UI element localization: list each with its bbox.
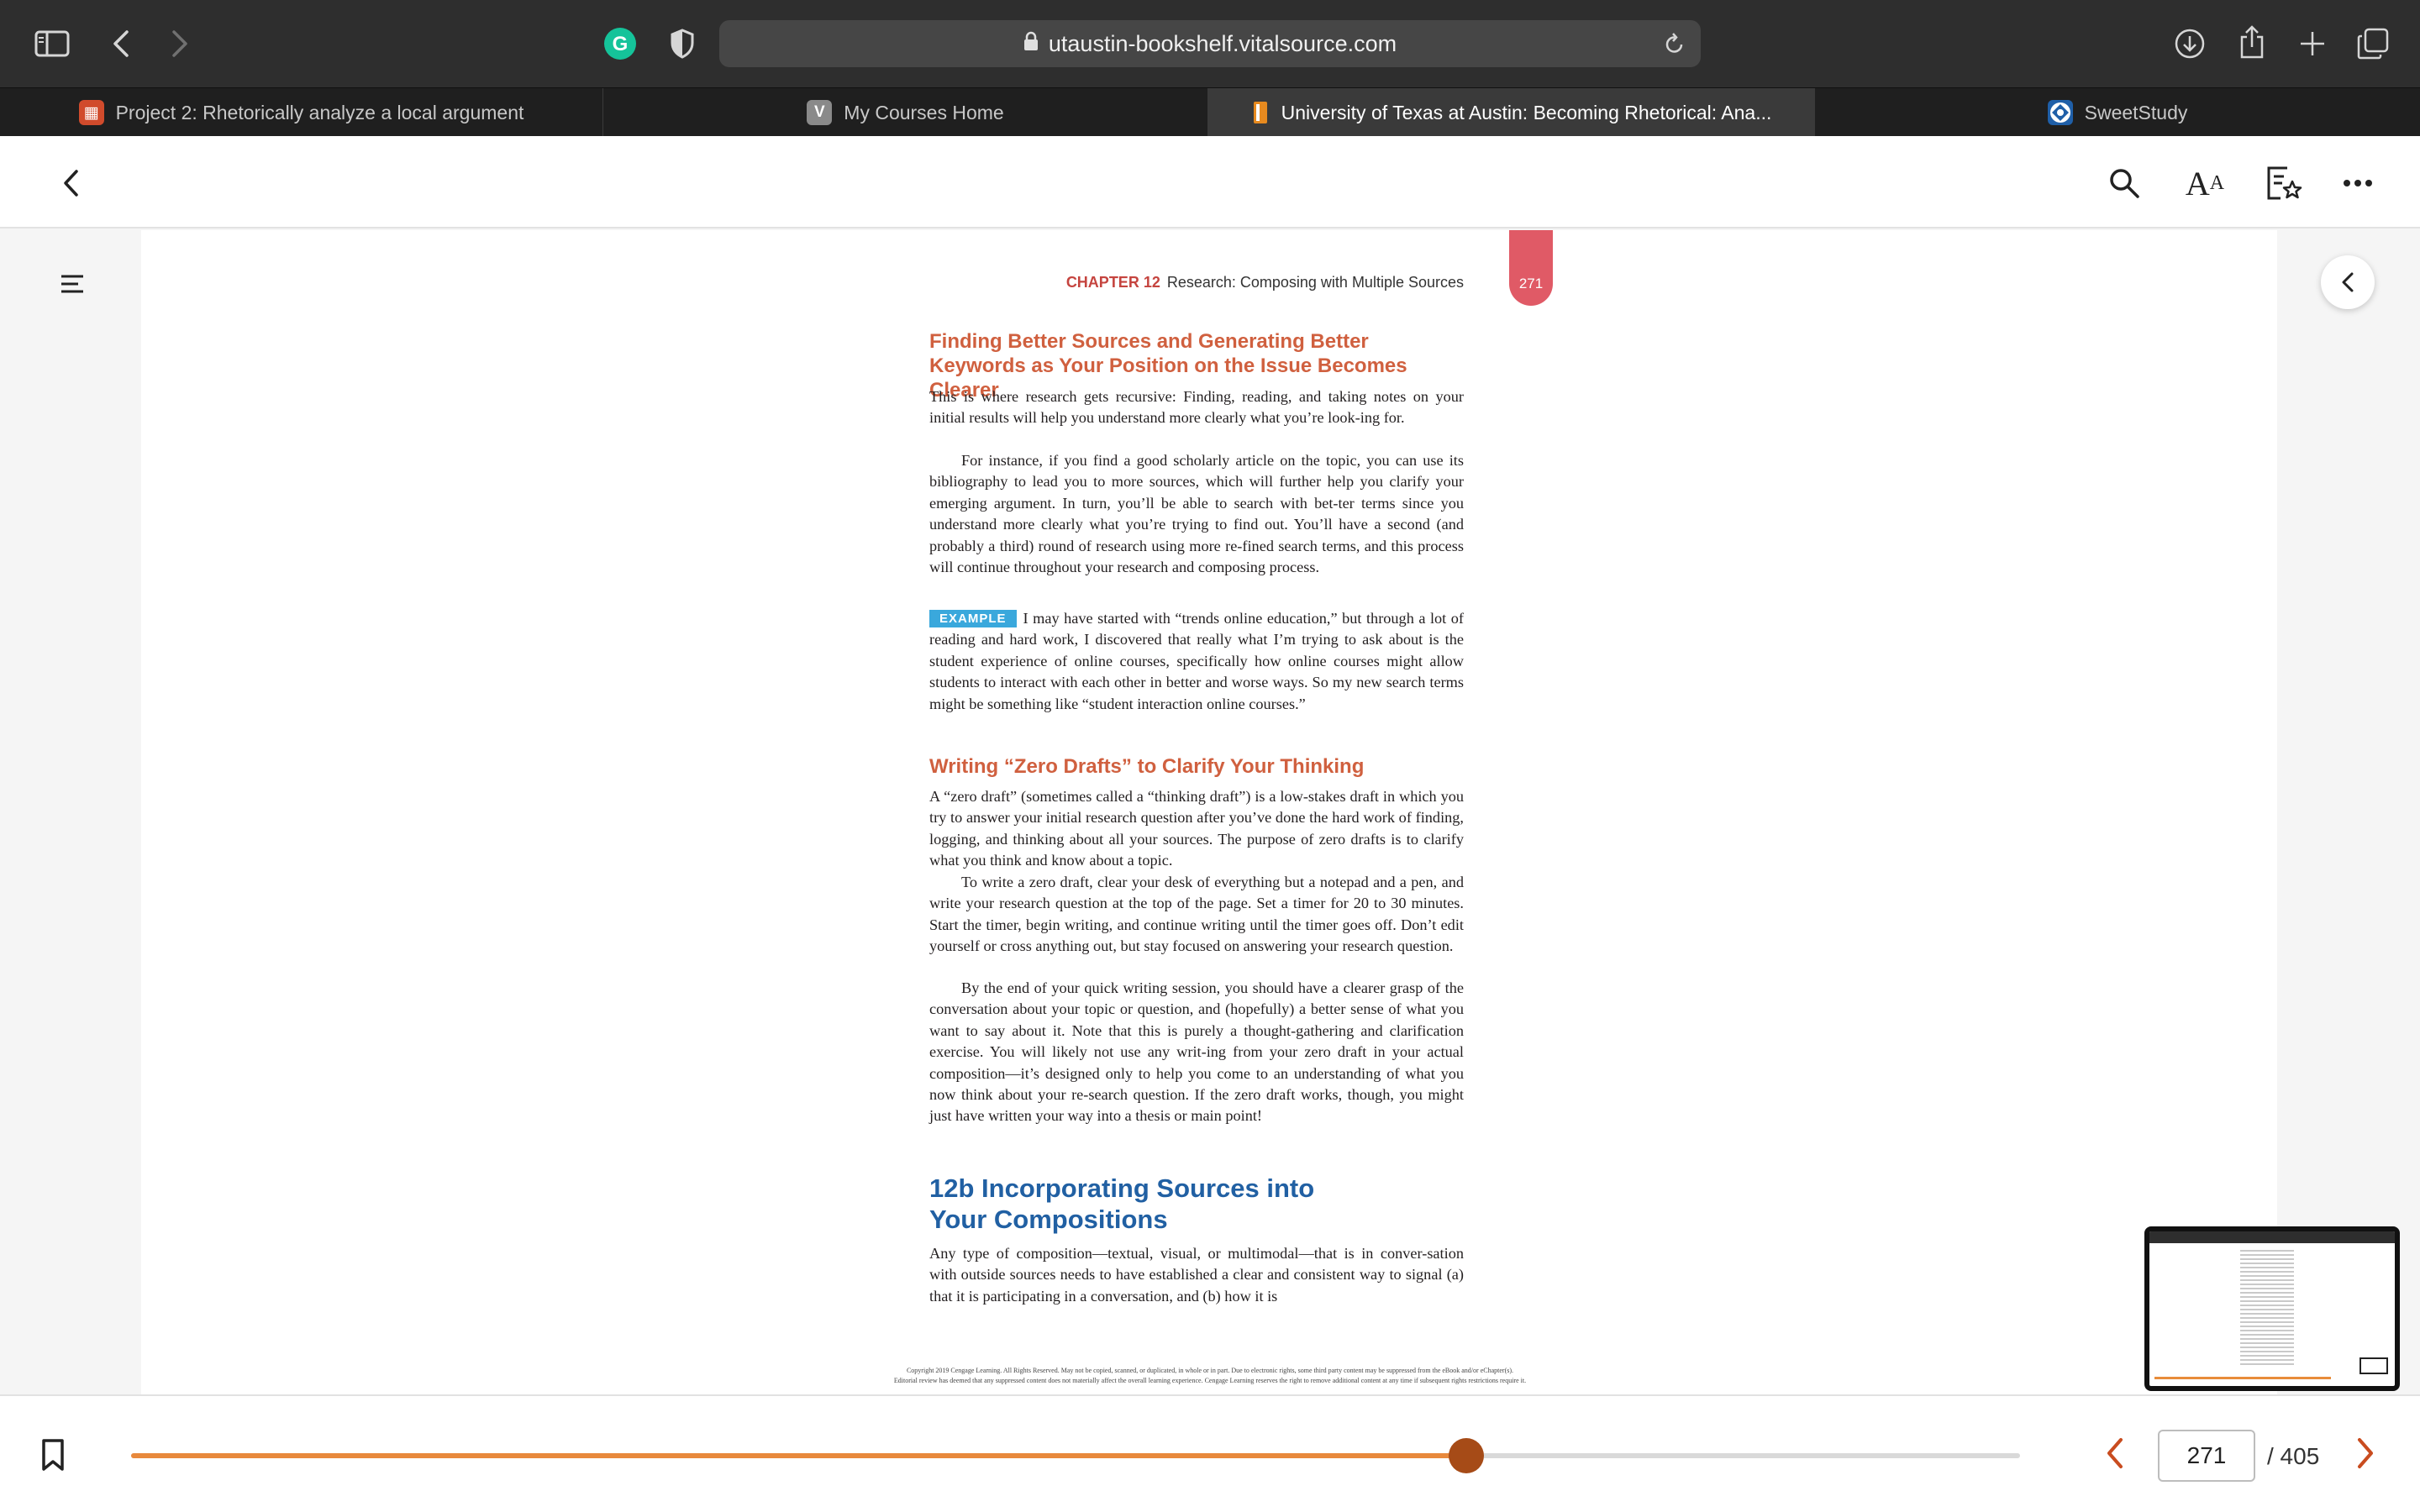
- sidebar-toggle-icon[interactable]: [32, 25, 72, 62]
- more-options-icon[interactable]: [2334, 160, 2381, 207]
- thumbnail-frame: [2360, 1357, 2388, 1374]
- chapter-label: CHAPTER 12: [1065, 274, 1160, 291]
- tab-label: My Courses Home: [844, 101, 1004, 123]
- svg-text:G: G: [613, 33, 629, 55]
- slider-handle[interactable]: [1448, 1438, 1484, 1473]
- text-size-icon[interactable]: AA: [2181, 160, 2228, 207]
- copyright-notice: Copyright 2019 Cengage Learning. All Rig…: [823, 1366, 1597, 1386]
- tab-project-2[interactable]: ▦ Project 2: Rhetorically analyze a loca…: [0, 88, 603, 137]
- tab-label: University of Texas at Austin: Becoming …: [1281, 101, 1772, 123]
- page-progress-slider[interactable]: [131, 1438, 2020, 1473]
- canvas-icon: ▦: [78, 100, 104, 125]
- example-paragraph: EXAMPLE I may have started with “trends o…: [929, 608, 1464, 715]
- reload-icon[interactable]: [1664, 32, 1686, 61]
- tab-sweetstudy[interactable]: SweetStudy: [1815, 88, 2420, 137]
- paragraph: To write a zero draft, clear your desk o…: [929, 874, 1464, 955]
- reader-toolbar: AA: [0, 136, 2420, 228]
- bookmarks-list-icon[interactable]: [2260, 160, 2307, 207]
- address-bar[interactable]: utaustin-bookshelf.vitalsource.com: [719, 20, 1701, 67]
- tab-becoming-rhetorical[interactable]: University of Texas at Austin: Becoming …: [1208, 88, 1815, 137]
- tab-bar: ▦ Project 2: Rhetorically analyze a loca…: [0, 87, 2420, 137]
- running-header: CHAPTER 12 Research: Composing with Multi…: [929, 274, 1464, 291]
- grammarly-icon[interactable]: G: [602, 25, 639, 62]
- slider-fill: [131, 1453, 1466, 1458]
- table-of-contents-icon[interactable]: [52, 264, 92, 304]
- browser-toolbar: G utaustin-bookshelf.vitalsource.com: [0, 0, 2420, 87]
- paragraph: By the end of your quick writing session…: [929, 979, 1464, 1125]
- next-page-icon[interactable]: [2353, 1435, 2378, 1476]
- example-badge: EXAMPLE: [929, 610, 1017, 627]
- thumbnail-page: [2240, 1250, 2294, 1384]
- paragraph: This is where research gets recursive: F…: [929, 388, 1464, 427]
- privacy-shield-icon[interactable]: [664, 25, 701, 62]
- copyright-line: Editorial review has deemed that any sup…: [893, 1377, 1527, 1384]
- reader-area: CHAPTER 12 Research: Composing with Multi…: [0, 230, 2420, 1394]
- search-icon[interactable]: [2101, 160, 2148, 207]
- thumbnail-chrome: [2149, 1231, 2395, 1243]
- v-icon: V: [807, 100, 833, 125]
- forward-icon[interactable]: [163, 25, 197, 62]
- new-tab-icon[interactable]: [2294, 25, 2331, 62]
- tab-label: Project 2: Rhetorically analyze a local …: [115, 101, 524, 123]
- total-pages: / 405: [2267, 1443, 2320, 1469]
- previous-page-icon[interactable]: [2102, 1435, 2128, 1476]
- page-number-input[interactable]: [2158, 1430, 2255, 1482]
- collapse-panel-icon[interactable]: [2321, 255, 2375, 309]
- paragraph: For instance, if you find a good scholar…: [929, 452, 1464, 576]
- url-text: utaustin-bookshelf.vitalsource.com: [1048, 30, 1397, 56]
- paragraph: Any type of composition—textual, visual,…: [929, 1245, 1464, 1305]
- bookmark-icon[interactable]: [40, 1438, 66, 1476]
- downloads-icon[interactable]: [2171, 25, 2208, 62]
- section-heading-12b: 12b Incorporating Sources into Your Comp…: [929, 1173, 1315, 1234]
- tab-label: SweetStudy: [2084, 101, 2188, 123]
- back-icon[interactable]: [104, 25, 138, 62]
- section-heading-zero-drafts: Writing “Zero Drafts” to Clarify Your Th…: [929, 755, 1365, 778]
- tab-my-courses[interactable]: V My Courses Home: [603, 88, 1208, 137]
- copyright-line: Copyright 2019 Cengage Learning. All Rig…: [906, 1367, 1514, 1374]
- share-icon[interactable]: [2233, 22, 2270, 62]
- paragraph: A “zero draft” (sometimes called a “thin…: [929, 788, 1464, 869]
- chapter-title: Research: Composing with Multiple Source…: [1166, 274, 1464, 291]
- back-to-library-icon[interactable]: [47, 160, 94, 207]
- page-navigation-bar: / 405: [0, 1394, 2420, 1512]
- lock-icon: [1023, 31, 1039, 57]
- page-number-tab: 271: [1509, 230, 1553, 306]
- thumbnail-progress: [2154, 1377, 2331, 1379]
- bookshelf-icon: [1251, 100, 1270, 125]
- tab-overview-icon[interactable]: [2354, 25, 2391, 62]
- sweetstudy-icon: [2047, 100, 2073, 125]
- book-page: CHAPTER 12 Research: Composing with Multi…: [141, 230, 2277, 1394]
- screenshot-thumbnail[interactable]: [2144, 1226, 2400, 1391]
